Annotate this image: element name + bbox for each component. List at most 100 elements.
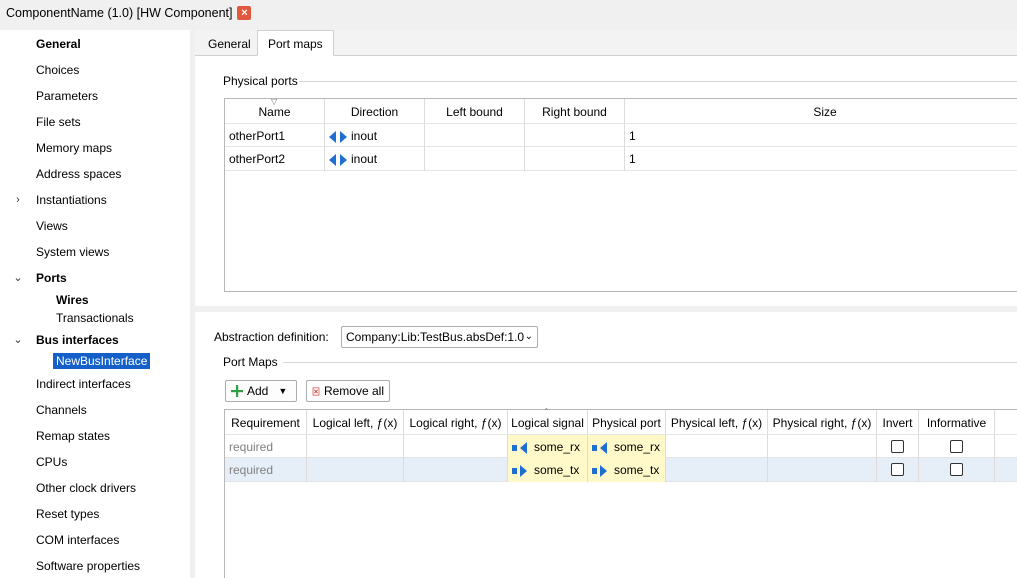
- tab-bar: General Port maps: [195, 30, 1017, 56]
- physical-port: some_rx: [614, 440, 661, 454]
- requirement-cell[interactable]: required: [225, 435, 307, 459]
- table-row[interactable]: otherPort2 inout 1: [225, 147, 1017, 171]
- column-header-physical-right[interactable]: Physical right, ƒ(x): [768, 410, 877, 436]
- port-in-icon: [512, 441, 527, 454]
- sidebar-item-address-spaces[interactable]: Address spaces: [36, 165, 121, 183]
- sidebar-item-wires[interactable]: Wires: [56, 292, 89, 308]
- sidebar-item-com-interfaces[interactable]: COM interfaces: [36, 531, 119, 549]
- abstraction-definition-value: Company:Lib:TestBus.absDef:1.0: [346, 330, 525, 344]
- sidebar-item-system-views[interactable]: System views: [36, 243, 109, 261]
- sidebar-item-choices[interactable]: Choices: [36, 61, 79, 79]
- add-button[interactable]: Add ▼: [225, 380, 297, 402]
- invert-checkbox[interactable]: [891, 440, 904, 453]
- invert-checkbox[interactable]: [891, 463, 904, 476]
- sidebar-item-remap-states[interactable]: Remap states: [36, 427, 110, 445]
- column-header-logical-signal[interactable]: Logical signal: [508, 410, 588, 436]
- table-row[interactable]: required some_rx some_rx: [225, 434, 1017, 459]
- port-size[interactable]: 1: [625, 124, 1017, 148]
- column-header-physical-left[interactable]: Physical left, ƒ(x): [666, 410, 768, 436]
- port-maps-label: Port Maps: [223, 355, 278, 369]
- table-row[interactable]: otherPort1 inout 1: [225, 123, 1017, 148]
- group-divider: [299, 81, 1017, 82]
- column-header-requirement[interactable]: Requirement: [225, 410, 307, 436]
- physical-ports-label: Physical ports: [223, 74, 298, 88]
- port-direction: inout: [351, 129, 378, 143]
- sidebar-item-channels[interactable]: Channels: [36, 401, 87, 419]
- column-header-physical-port[interactable]: Physical port: [588, 410, 666, 436]
- sidebar-item-indirect-interfaces[interactable]: Indirect interfaces: [36, 375, 131, 393]
- sidebar-item-transactionals[interactable]: Transactionals: [56, 310, 134, 326]
- column-header-right-bound[interactable]: Right bound: [525, 99, 625, 125]
- logical-right-cell[interactable]: [404, 458, 508, 482]
- column-header-logical-right[interactable]: Logical right, ƒ(x): [404, 410, 508, 436]
- informative-checkbox[interactable]: [950, 440, 963, 453]
- physical-port-cell[interactable]: some_tx: [588, 458, 666, 482]
- informative-checkbox[interactable]: [950, 463, 963, 476]
- sidebar-item-parameters[interactable]: Parameters: [36, 87, 98, 105]
- group-divider: [283, 362, 1017, 363]
- sidebar-item-views[interactable]: Views: [36, 217, 68, 235]
- column-header-size[interactable]: Size: [625, 99, 1017, 125]
- sidebar-item-bus-interfaces[interactable]: Bus interfaces: [36, 331, 119, 349]
- sidebar-item-ports[interactable]: Ports: [36, 269, 67, 287]
- sidebar-item-instantiations[interactable]: Instantiations: [36, 191, 107, 209]
- column-header-direction[interactable]: Direction: [325, 99, 425, 125]
- port-right-bound[interactable]: [525, 147, 625, 171]
- remove-all-button[interactable]: Remove all: [306, 380, 390, 402]
- sidebar-item-memory-maps[interactable]: Memory maps: [36, 139, 112, 157]
- sidebar-item-new-bus-interface[interactable]: NewBusInterface: [53, 353, 151, 369]
- chevron-right-icon[interactable]: ›: [12, 191, 24, 209]
- inout-direction-icon: [329, 153, 347, 166]
- physical-port-cell[interactable]: some_rx: [588, 435, 666, 459]
- tab-port-maps[interactable]: Port maps: [257, 30, 334, 56]
- main-panel: General Port maps Physical ports ▽ Name …: [195, 30, 1017, 578]
- sidebar: General Choices Parameters File sets Mem…: [0, 30, 190, 578]
- port-name[interactable]: otherPort1: [225, 124, 325, 148]
- column-header-informative[interactable]: Informative: [919, 410, 995, 436]
- logical-right-cell[interactable]: [404, 435, 508, 459]
- logical-signal-cell[interactable]: some_tx: [508, 458, 588, 482]
- column-header-logical-left[interactable]: Logical left, ƒ(x): [307, 410, 404, 436]
- invert-cell: [877, 435, 919, 459]
- port-left-bound[interactable]: [425, 147, 525, 171]
- sidebar-item-cpus[interactable]: CPUs: [36, 453, 67, 471]
- sidebar-item-other-clock-drivers[interactable]: Other clock drivers: [36, 479, 136, 497]
- logical-signal-cell[interactable]: some_rx: [508, 435, 588, 459]
- port-name[interactable]: otherPort2: [225, 147, 325, 171]
- column-header-invert[interactable]: Invert: [877, 410, 919, 436]
- logical-left-cell[interactable]: [307, 435, 404, 459]
- abstraction-definition-select[interactable]: Company:Lib:TestBus.absDef:1.0 ⌄: [341, 326, 538, 348]
- port-direction-cell[interactable]: inout: [325, 124, 425, 148]
- port-right-bound[interactable]: [525, 124, 625, 148]
- column-header-name[interactable]: Name: [225, 99, 325, 125]
- physical-left-cell[interactable]: [666, 458, 768, 482]
- informative-cell: [919, 458, 995, 482]
- physical-left-cell[interactable]: [666, 435, 768, 459]
- physical-ports-table[interactable]: ▽ Name Direction Left bound Right bound …: [224, 97, 1017, 292]
- port-out-icon: [592, 464, 607, 477]
- column-header-left-bound[interactable]: Left bound: [425, 99, 525, 125]
- sidebar-item-software-properties[interactable]: Software properties: [36, 557, 140, 575]
- logical-left-cell[interactable]: [307, 458, 404, 482]
- sidebar-item-file-sets[interactable]: File sets: [36, 113, 81, 131]
- plus-icon: [231, 385, 243, 397]
- port-maps-table[interactable]: ⌃ Requirement Logical left, ƒ(x) Logical…: [224, 407, 1017, 578]
- chevron-down-icon: ⌄: [524, 331, 533, 342]
- chevron-down-icon[interactable]: ⌄: [12, 331, 24, 349]
- port-size[interactable]: 1: [625, 147, 1017, 171]
- editor-tab[interactable]: ComponentName (1.0) [HW Component] ×: [6, 3, 252, 23]
- physical-right-cell[interactable]: [768, 435, 877, 459]
- sidebar-item-general[interactable]: General: [36, 35, 81, 53]
- close-icon[interactable]: ×: [237, 6, 252, 20]
- port-direction: inout: [351, 152, 378, 166]
- port-left-bound[interactable]: [425, 124, 525, 148]
- remove-all-button-label: Remove all: [323, 384, 384, 398]
- table-row[interactable]: required some_tx some_tx: [225, 458, 1017, 482]
- physical-right-cell[interactable]: [768, 458, 877, 482]
- port-direction-cell[interactable]: inout: [325, 147, 425, 171]
- sidebar-item-reset-types[interactable]: Reset types: [36, 505, 99, 523]
- chevron-down-icon[interactable]: ⌄: [12, 269, 24, 287]
- tab-general[interactable]: General: [197, 30, 262, 56]
- requirement-cell[interactable]: required: [225, 458, 307, 482]
- inout-direction-icon: [329, 130, 347, 143]
